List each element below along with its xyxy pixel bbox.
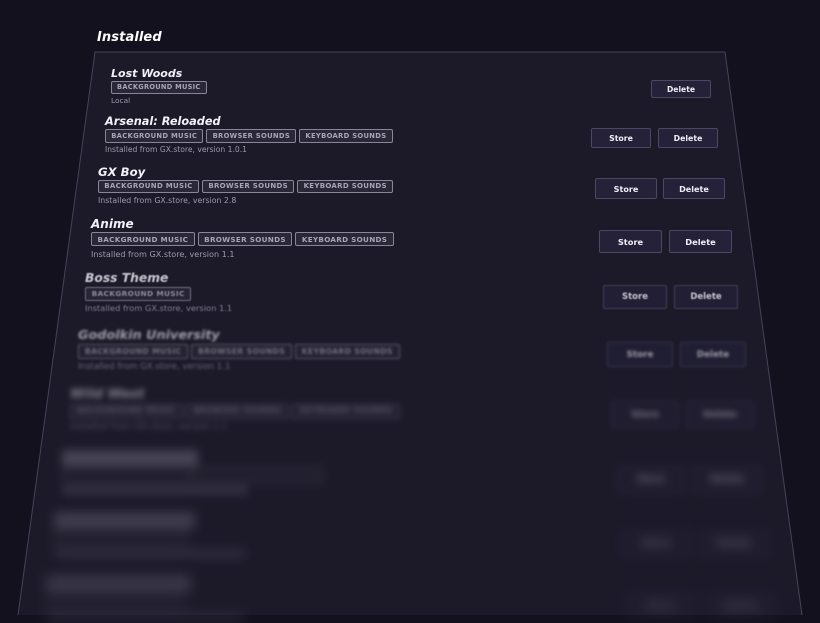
delete-button[interactable]: Delete xyxy=(674,285,738,309)
store-button[interactable]: Store xyxy=(591,128,651,148)
item-source: Installed from GX.store, version 2.8 xyxy=(98,195,237,205)
tag-badge: BROWSER SOUNDS xyxy=(197,232,293,247)
tag-badge: BACKGROUND MUSIC xyxy=(111,81,207,94)
tag-badge xyxy=(62,467,191,484)
store-button[interactable]: Store xyxy=(616,465,686,494)
item-tags: BACKGROUND MUSIC xyxy=(111,81,207,94)
item-source: Installed from GX.store, version 1.1 xyxy=(78,361,231,372)
item-tags: BACKGROUND MUSIC xyxy=(85,286,192,302)
tag-badge: BROWSER SOUNDS xyxy=(191,344,292,360)
item-source: Installed from GX.store, version 1.1 xyxy=(91,248,235,259)
tag-badge: BROWSER SOUNDS xyxy=(206,129,297,143)
tag-badge: KEYBOARD SOUNDS xyxy=(297,179,394,194)
item-name: Arsenal: Reloaded xyxy=(105,115,221,128)
delete-button[interactable]: Delete xyxy=(663,178,725,199)
delete-button[interactable]: Delete xyxy=(658,128,718,148)
store-button[interactable]: Store xyxy=(607,342,673,367)
store-button[interactable]: Store xyxy=(603,285,667,309)
item-tags xyxy=(54,529,187,547)
tag-badge: BACKGROUND MUSIC xyxy=(105,129,204,143)
item-source xyxy=(54,549,246,559)
item-tags: BACKGROUND MUSIC BROWSER SOUNDS KEYBOARD S… xyxy=(98,179,394,194)
tag-badge: BACKGROUND MUSIC xyxy=(98,179,200,194)
item-name: GX Boy xyxy=(98,165,146,179)
item-name xyxy=(54,512,195,529)
item-name: Wild West xyxy=(70,387,145,402)
item-name: Godolkin University xyxy=(78,328,220,343)
delete-button[interactable]: Delete xyxy=(686,401,754,428)
delete-button[interactable]: Delete xyxy=(698,528,770,559)
tag-badge xyxy=(46,593,183,611)
item-name xyxy=(62,450,199,467)
item-tags: BACKGROUND MUSIC BROWSER SOUNDS KEYBOARD S… xyxy=(91,232,394,247)
tag-badge: BROWSER SOUNDS xyxy=(202,179,295,194)
item-source xyxy=(62,485,248,495)
item-name: Anime xyxy=(91,217,134,231)
store-button[interactable]: Store xyxy=(624,590,698,622)
installed-list: Lost Woods BACKGROUND MUSIC Local Delete Ars… xyxy=(0,0,820,623)
item-tags xyxy=(46,593,183,611)
tag-badge: BROWSER SOUNDS xyxy=(186,403,290,419)
item-source: Installed from GX.store, version 1.0.1 xyxy=(105,144,247,154)
item-name: Lost Woods xyxy=(111,67,183,80)
item-tags: BACKGROUND MUSIC BROWSER SOUNDS KEYBOARD S… xyxy=(70,403,400,419)
store-button[interactable]: Store xyxy=(595,178,657,199)
tag-badge: BACKGROUND MUSIC xyxy=(85,286,192,302)
tag-badge: KEYBOARD SOUNDS xyxy=(292,403,400,419)
store-button[interactable]: Store xyxy=(599,230,662,253)
item-tags: BACKGROUND MUSIC BROWSER SOUNDS KEYBOARD S… xyxy=(105,129,393,143)
tag-badge: KEYBOARD SOUNDS xyxy=(294,344,400,360)
tag-badge: KEYBOARD SOUNDS xyxy=(295,232,394,247)
store-button[interactable]: Store xyxy=(611,401,679,428)
item-tags: BACKGROUND MUSIC BROWSER SOUNDS KEYBOARD S… xyxy=(78,344,400,360)
item-source: Local xyxy=(111,96,131,105)
store-button[interactable]: Store xyxy=(620,528,692,559)
tag-badge: KEYBOARD SOUNDS xyxy=(299,129,393,143)
item-name xyxy=(46,575,192,593)
delete-button[interactable]: Delete xyxy=(651,80,711,98)
tag-badge: BACKGROUND MUSIC xyxy=(70,403,184,419)
tag-badge: BACKGROUND MUSIC xyxy=(91,232,195,247)
item-source: Installed from GX.store, version 1.1 xyxy=(70,421,228,432)
item-tags xyxy=(62,467,324,484)
item-name: Boss Theme xyxy=(85,271,169,285)
item-source: Installed from GX.store, version 1.1 xyxy=(85,303,233,314)
tag-badge xyxy=(54,529,187,547)
tag-badge: BACKGROUND MUSIC xyxy=(78,344,189,360)
delete-button[interactable]: Delete xyxy=(692,465,762,494)
delete-button[interactable]: Delete xyxy=(704,590,778,622)
tag-badge xyxy=(193,467,324,484)
delete-button[interactable]: Delete xyxy=(669,230,732,253)
delete-button[interactable]: Delete xyxy=(680,342,746,367)
